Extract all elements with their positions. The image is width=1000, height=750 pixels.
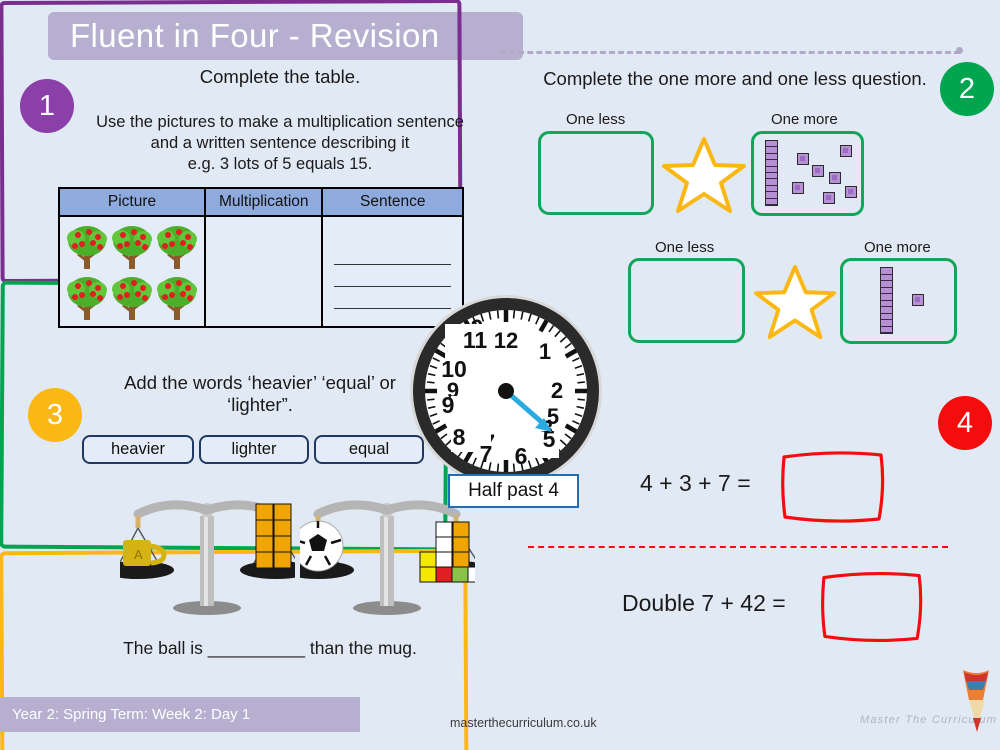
question-3-prompt: Add the words ‘heavier’ ‘equal’ or ‘ligh… xyxy=(60,372,460,416)
clock-face: 12 1 2 3 4 5 6 7 8 9 9 8 7 6 5 xyxy=(410,295,602,487)
base-ten-cube xyxy=(829,172,841,184)
svg-text:12: 12 xyxy=(494,328,518,353)
base-ten-rod xyxy=(765,140,778,206)
prompt-line-2: ‘lighter”. xyxy=(227,393,293,415)
apple-tree-icon xyxy=(112,277,152,320)
title-divider-dot xyxy=(956,47,963,54)
question-1-instructions: Use the pictures to make a multiplicatio… xyxy=(56,112,504,175)
question-4-badge: 4 xyxy=(938,396,992,450)
svg-text:2: 2 xyxy=(551,378,563,403)
apple-tree-icon xyxy=(157,277,197,320)
footer-term-banner: Year 2: Spring Term: Week 2: Day 1 xyxy=(0,697,360,732)
column-header-multiplication: Multiplication xyxy=(203,187,324,217)
svg-text:A: A xyxy=(134,547,143,562)
multiplication-table: Picture Multiplication Sentence xyxy=(58,187,464,328)
write-line[interactable] xyxy=(334,243,451,265)
footer-term-text: Year 2: Spring Term: Week 2: Day 1 xyxy=(12,706,251,723)
question-1-badge: 1 xyxy=(20,79,74,133)
apple-tree-icon xyxy=(112,226,152,269)
apple-tree-grid xyxy=(61,218,203,325)
base-ten-cube xyxy=(845,186,857,198)
pencil-logo-icon xyxy=(963,670,989,732)
one-less-answer-box-row1[interactable] xyxy=(538,131,654,215)
one-more-value-box-row2 xyxy=(840,258,957,344)
balance-scale-mug-vs-cubes: A xyxy=(120,500,295,615)
svg-text:8: 8 xyxy=(453,424,466,450)
instruction-line-1: Use the pictures to make a multiplicatio… xyxy=(96,113,464,131)
question-3-sentence: The ball is __________ than the mug. xyxy=(123,638,417,658)
table-header-row: Picture Multiplication Sentence xyxy=(58,187,464,217)
base-ten-cube xyxy=(797,153,809,165)
base-ten-cube xyxy=(912,294,924,306)
instruction-line-2: and a written sentence describing it xyxy=(150,134,410,153)
word-bank-lighter[interactable]: lighter xyxy=(199,435,309,464)
question-4-divider xyxy=(528,546,948,548)
svg-text:6: 6 xyxy=(515,443,528,469)
cell-picture xyxy=(58,215,206,328)
svg-text:10: 10 xyxy=(441,356,467,382)
one-more-label-row2: One more xyxy=(864,239,931,256)
star-icon xyxy=(754,264,836,340)
apple-tree-icon xyxy=(157,226,197,269)
svg-text:7: 7 xyxy=(480,441,493,467)
question-1-prompt: Complete the table. xyxy=(199,66,361,87)
clock-time-label: Half past 4 xyxy=(448,474,579,508)
question-2-badge: 2 xyxy=(940,62,994,116)
star-icon xyxy=(662,137,746,213)
table-row xyxy=(58,215,464,328)
base-ten-cube xyxy=(792,182,804,194)
write-line[interactable] xyxy=(334,265,451,287)
question-3-badge: 3 xyxy=(28,388,82,442)
one-less-answer-box-row2[interactable] xyxy=(628,258,745,343)
one-less-label-row1: One less xyxy=(566,111,626,128)
word-bank-heavier[interactable]: heavier xyxy=(82,435,194,464)
instruction-line-3: e.g. 3 lots of 5 equals 15. xyxy=(187,155,373,174)
title-divider-dashed xyxy=(500,51,960,54)
analogue-clock: 12 1 2 3 4 5 6 7 8 9 9 8 7 6 5 xyxy=(407,292,605,495)
cell-multiplication-answer[interactable] xyxy=(203,215,324,328)
question-4-equation-2: Double 7 + 42 = xyxy=(622,590,786,616)
column-header-picture: Picture xyxy=(58,187,206,217)
apple-tree-icon xyxy=(67,226,107,269)
one-less-label-row2: One less xyxy=(655,239,715,256)
base-ten-rod xyxy=(880,267,893,334)
worksheet-page: Fluent in Four - Revision 1 Complete the… xyxy=(0,0,1000,750)
svg-text:9: 9 xyxy=(442,392,455,418)
footer-website-url: masterthecurriculum.co.uk xyxy=(450,716,597,730)
question-2-prompt: Complete the one more and one less quest… xyxy=(543,68,927,89)
apple-tree-icon xyxy=(67,277,107,320)
answer-box-1[interactable] xyxy=(778,448,888,526)
base-ten-cube xyxy=(840,145,852,157)
svg-text:11: 11 xyxy=(463,327,488,353)
answer-box-2[interactable] xyxy=(818,567,926,647)
column-header-sentence: Sentence xyxy=(321,187,464,217)
question-4-equation-1: 4 + 3 + 7 = xyxy=(640,470,751,496)
one-more-label-row1: One more xyxy=(771,111,838,128)
prompt-line-1: Add the words ‘heavier’ ‘equal’ or xyxy=(124,372,396,393)
base-ten-cube xyxy=(823,192,835,204)
base-ten-cube xyxy=(812,165,824,177)
svg-text:1: 1 xyxy=(539,339,551,364)
